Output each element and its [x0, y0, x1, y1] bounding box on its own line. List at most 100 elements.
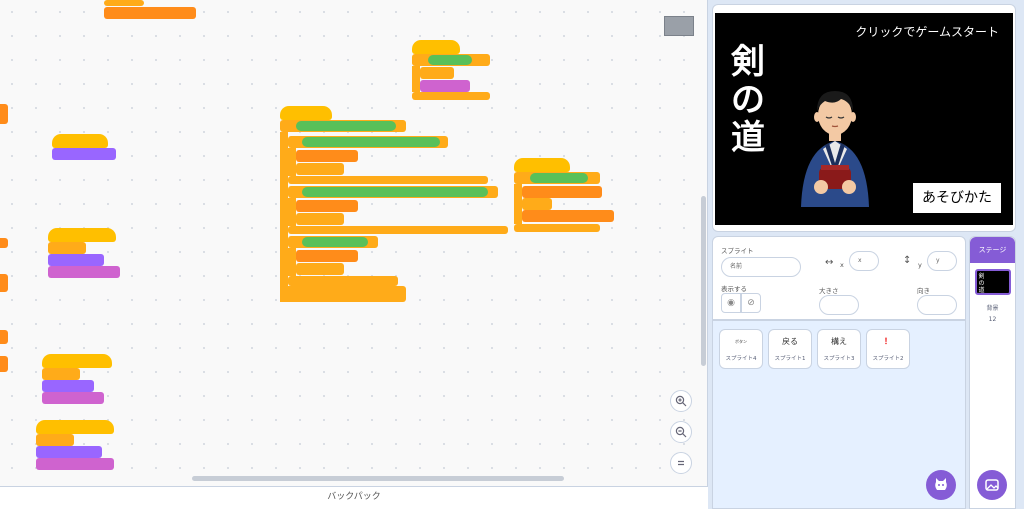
x-input[interactable]: x: [849, 251, 879, 271]
horizontal-scrollbar[interactable]: [192, 476, 564, 481]
edge-block[interactable]: [0, 238, 8, 248]
code-block[interactable]: [48, 228, 116, 242]
sprite-info-pane: スプライト 名前 ↔ x x ↕ y y 表示する ◉ ⊘ 大きさ 向き: [712, 236, 966, 320]
code-block[interactable]: [514, 158, 570, 172]
code-block[interactable]: [522, 186, 602, 198]
code-block[interactable]: [296, 200, 358, 212]
sprite-name-input[interactable]: 名前: [721, 257, 801, 277]
code-block[interactable]: [296, 213, 344, 225]
c-body: [288, 148, 296, 176]
add-sprite-button[interactable]: [926, 470, 956, 500]
edge-block[interactable]: [0, 330, 8, 344]
code-block[interactable]: [302, 137, 440, 147]
code-block[interactable]: [302, 187, 488, 197]
code-block[interactable]: [296, 263, 344, 275]
code-block[interactable]: [514, 224, 600, 232]
backpack-bar[interactable]: バックパック: [0, 486, 708, 509]
equals-glyph: [678, 460, 684, 466]
code-block[interactable]: [302, 237, 368, 247]
code-block[interactable]: [36, 446, 102, 458]
code-block[interactable]: [52, 148, 116, 160]
code-block[interactable]: [296, 150, 358, 162]
code-block[interactable]: [36, 434, 74, 446]
zoom-in-icon[interactable]: [670, 390, 692, 412]
sprite-tile[interactable]: 構え スプライト3: [817, 329, 861, 369]
add-backdrop-button[interactable]: [977, 470, 1007, 500]
sprite-tile[interactable]: ！ スプライト2: [866, 329, 910, 369]
current-sprite-thumbnail: [664, 16, 694, 36]
code-block[interactable]: [36, 458, 114, 470]
sprite-thumb: 構え: [831, 337, 847, 346]
x-label: x: [840, 261, 844, 269]
code-block[interactable]: [522, 210, 614, 222]
sprite-name: スプライト4: [725, 356, 757, 362]
stage-panel-title: ステージ: [970, 237, 1015, 263]
code-area[interactable]: [0, 0, 708, 486]
backdrop-count: 12: [988, 316, 997, 323]
sprite-tile[interactable]: ボタン スプライト4: [719, 329, 763, 369]
code-block[interactable]: [530, 173, 588, 183]
stage-canvas[interactable]: クリックでゲームスタート 剣の道 あそびかた: [715, 13, 1013, 225]
code-block[interactable]: [288, 226, 508, 234]
x-arrows-icon: ↔: [825, 257, 834, 268]
code-block[interactable]: [280, 286, 406, 302]
code-block[interactable]: [412, 92, 490, 100]
zoom-controls: [670, 390, 692, 483]
backpack-label: バックパック: [327, 492, 381, 502]
y-input[interactable]: y: [927, 251, 957, 271]
code-block[interactable]: [296, 250, 358, 262]
zoom-out-glyph: [675, 426, 687, 438]
c-body: [280, 132, 288, 302]
edge-block[interactable]: [0, 104, 8, 124]
size-label: 大きさ: [819, 287, 839, 295]
image-icon: [985, 479, 999, 491]
backdrop-label: 背景: [986, 305, 999, 312]
stage-thumbnail[interactable]: 剣の道: [974, 269, 1011, 295]
code-block[interactable]: [52, 134, 108, 148]
code-block[interactable]: [412, 40, 460, 54]
code-block[interactable]: [42, 392, 104, 404]
code-block[interactable]: [428, 55, 472, 65]
code-block[interactable]: [288, 176, 488, 184]
edge-block[interactable]: [0, 356, 8, 372]
code-block[interactable]: [42, 368, 80, 380]
stage-selector[interactable]: ステージ 剣の道 背景 12: [969, 236, 1016, 509]
code-block[interactable]: [420, 80, 470, 92]
size-input[interactable]: [819, 295, 859, 315]
direction-input[interactable]: [917, 295, 957, 315]
zoom-in-glyph: [675, 395, 687, 407]
stage-start-text: クリックでゲームスタート: [855, 25, 999, 39]
hide-eye-icon[interactable]: ⊘: [741, 293, 761, 313]
sprite-thumb: ボタン: [735, 339, 747, 344]
code-block[interactable]: [48, 266, 120, 278]
code-block[interactable]: [522, 198, 552, 210]
sprite-thumb: 戻る: [782, 337, 798, 346]
c-body: [288, 248, 296, 276]
code-block[interactable]: [280, 106, 332, 120]
code-block[interactable]: [104, 7, 196, 19]
code-block[interactable]: [42, 380, 94, 392]
code-block[interactable]: [420, 67, 454, 79]
zoom-out-icon[interactable]: [670, 421, 692, 443]
zoom-reset-icon[interactable]: [670, 452, 692, 474]
code-block[interactable]: [288, 276, 398, 286]
sprite-tile[interactable]: 戻る スプライト1: [768, 329, 812, 369]
kendo-character-image: [795, 79, 875, 213]
code-block[interactable]: [104, 0, 144, 6]
stage-thumbnail-kanji: 剣の道: [978, 273, 985, 294]
howto-button[interactable]: あそびかた: [911, 181, 1003, 215]
code-block[interactable]: [296, 121, 396, 131]
code-block[interactable]: [296, 163, 344, 175]
code-block[interactable]: [42, 354, 112, 368]
edge-block[interactable]: [0, 274, 8, 292]
code-block[interactable]: [48, 254, 104, 266]
code-block[interactable]: [48, 242, 86, 254]
scratch-editor: バックパック クリックでゲームスタート 剣の道 あそびかた スプライト 名前 ↔…: [0, 0, 1024, 509]
vertical-scrollbar[interactable]: [701, 196, 706, 366]
c-body: [412, 66, 420, 92]
stage-title-kanji: 剣の道: [731, 42, 765, 158]
code-block[interactable]: [36, 420, 114, 434]
show-eye-icon[interactable]: ◉: [721, 293, 741, 313]
c-body: [514, 184, 522, 224]
sprite-name: スプライト2: [872, 356, 904, 362]
